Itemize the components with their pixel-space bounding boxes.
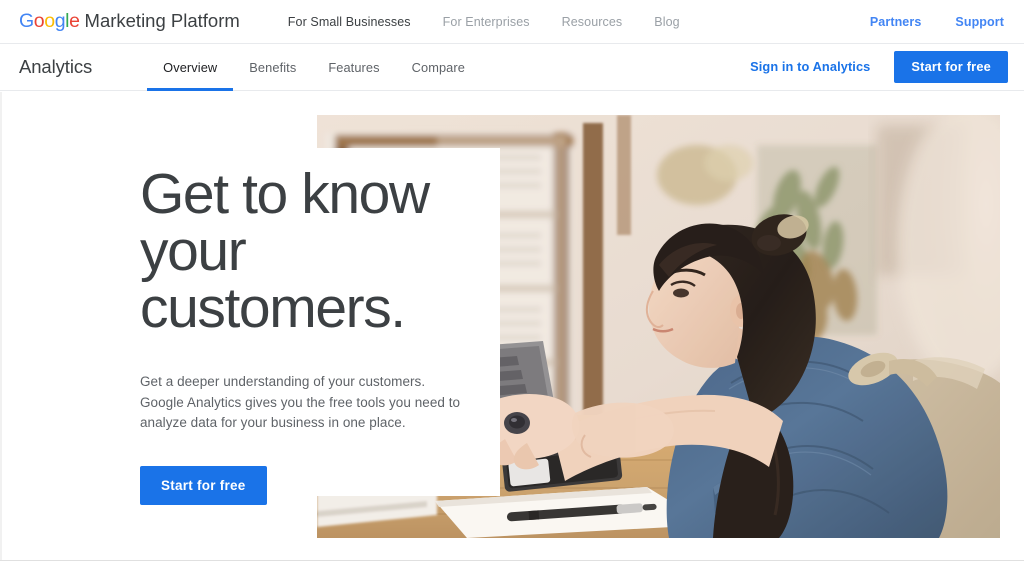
tab-benefits[interactable]: Benefits bbox=[233, 44, 312, 91]
tab-features-label: Features bbox=[328, 59, 380, 75]
link-support[interactable]: Support bbox=[921, 15, 1004, 29]
hero-headline-line-3: customers. bbox=[140, 276, 406, 340]
tab-compare[interactable]: Compare bbox=[396, 44, 481, 91]
page-root: Google Marketing Platform For Small Busi… bbox=[0, 0, 1024, 561]
google-logo-letter-o2: o bbox=[44, 10, 55, 32]
product-title[interactable]: Analytics bbox=[19, 56, 92, 78]
page-left-edge bbox=[0, 92, 2, 561]
tab-overview[interactable]: Overview bbox=[147, 44, 234, 91]
link-partners[interactable]: Partners bbox=[836, 15, 922, 29]
hero-subtext: Get a deeper understanding of your custo… bbox=[140, 374, 461, 430]
start-for-free-button-hero[interactable]: Start for free bbox=[140, 465, 267, 505]
nav-item-for-small-businesses[interactable]: For Small Businesses bbox=[272, 15, 427, 29]
nav-item-for-enterprises[interactable]: For Enterprises bbox=[427, 15, 546, 29]
gmp-brand[interactable]: Google Marketing Platform bbox=[19, 10, 240, 33]
google-logo: Google bbox=[19, 10, 80, 33]
google-logo-letter-g: G bbox=[19, 10, 34, 32]
tab-benefits-label: Benefits bbox=[249, 59, 297, 75]
gmp-brand-suffix: Marketing Platform bbox=[84, 10, 240, 31]
google-logo-letter-o1: o bbox=[33, 10, 45, 32]
start-for-free-button-header[interactable]: Start for free bbox=[894, 50, 1008, 84]
product-bar-actions: Sign in to Analytics Start for free bbox=[750, 50, 1008, 84]
nav-item-blog[interactable]: Blog bbox=[638, 15, 695, 29]
hero-headline-line-2: your bbox=[140, 219, 247, 283]
analytics-product-bar: Analytics Overview Benefits Features Com… bbox=[0, 44, 1024, 91]
gmp-utility-links: Partners Support bbox=[836, 15, 1004, 29]
hero-section: Get to know your customers. Get a deeper… bbox=[0, 92, 1024, 561]
nav-item-resources[interactable]: Resources bbox=[546, 15, 639, 29]
product-tabs: Overview Benefits Features Compare bbox=[147, 44, 481, 91]
hero-headline-line-1: Get to know bbox=[140, 162, 430, 226]
hero-headline: Get to know your customers. bbox=[140, 166, 500, 337]
gmp-primary-nav: For Small Businesses For Enterprises Res… bbox=[272, 15, 696, 29]
tab-overview-label: Overview bbox=[163, 59, 218, 75]
sign-in-to-analytics-link[interactable]: Sign in to Analytics bbox=[750, 59, 870, 74]
google-logo-letter-e: e bbox=[69, 10, 80, 32]
google-marketing-platform-bar: Google Marketing Platform For Small Busi… bbox=[0, 0, 1024, 44]
tab-features[interactable]: Features bbox=[312, 44, 395, 91]
tab-compare-label: Compare bbox=[411, 59, 465, 75]
google-logo-letter-g2: g bbox=[54, 10, 66, 32]
hero-copy: Get to know your customers. Get a deeper… bbox=[140, 166, 500, 505]
